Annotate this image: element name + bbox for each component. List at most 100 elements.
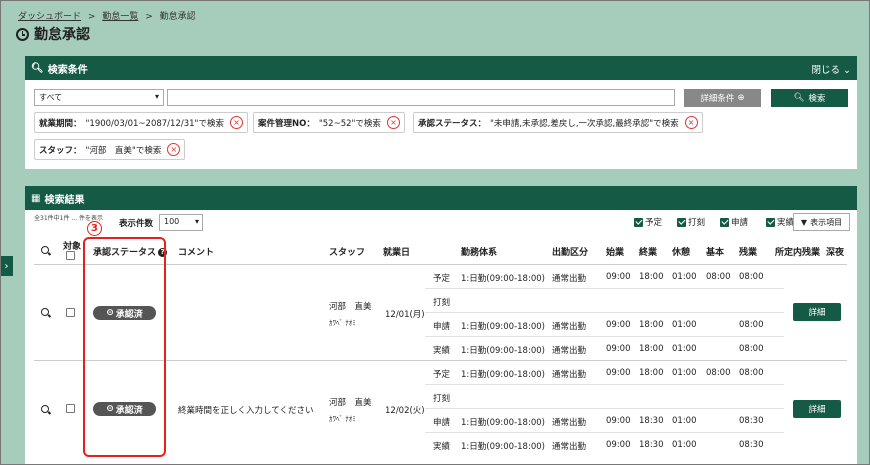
filter-checkbox-actual[interactable]: 実績 [766,216,794,228]
line-shift: 1:日勤(09:00-18:00) [461,346,545,356]
staff-name: 河部 直美 [329,398,372,408]
line-start: 09:00 [606,416,631,426]
line-shift: 1:日勤(09:00-18:00) [461,442,545,452]
remove-chip-icon[interactable]: × [229,116,243,129]
line-attendance: 通常出勤 [552,274,587,284]
line-end: 18:30 [639,416,664,426]
filter-chip-status: 承認ステータス： "未申請,未承認,差戻し,一次承認,最終承認"で検索 × [413,112,703,133]
breadcrumb-sep: > [87,12,96,22]
line-type: 打刻 [433,394,451,404]
display-count-value: 100 [164,217,180,226]
results-panel-header: ▦ 検索結果 [25,186,857,210]
line-end: 18:30 [639,440,664,450]
line-break: 01:00 [672,320,697,330]
close-toggle[interactable]: 閉じる ⌄ [811,62,851,76]
comment-text: 終業時間を正しく入力してください [178,406,314,416]
line-attendance: 通常出勤 [552,418,587,428]
sidebar-toggle[interactable]: › [0,256,13,276]
search-button[interactable]: 🔍︎ 検索 [771,89,848,107]
chip-label: 承認ステータス： [418,118,487,129]
sub-divider [425,384,784,385]
line-shift: 1:日勤(09:00-18:00) [461,322,545,332]
display-columns-button[interactable]: ▼ 表示項目 [793,213,850,231]
line-end: 18:00 [639,272,664,282]
line-attendance: 通常出勤 [552,442,587,452]
plus-circle-icon: ⊕ [737,93,745,103]
line-base: 08:00 [706,272,731,282]
line-end: 18:00 [639,368,664,378]
work-date: 12/01(月) [385,310,425,320]
filter-label: 申請 [731,218,749,228]
display-columns-label: 表示項目 [810,217,843,227]
detail-conditions-button[interactable]: 詳細条件 ⊕ [684,89,761,107]
annotation-callout: 3 [87,221,102,236]
filter-chip-period: 就業期間： "1900/03/01~2087/12/31"で検索 × [34,112,248,133]
filter-label: 実績 [777,218,795,228]
sub-divider [425,408,784,409]
work-date: 12/02(火) [385,406,425,416]
filter-chip-staff: スタッフ： "河部 直美"で検索 × [34,139,186,160]
status-select[interactable]: すべて ▾ [34,89,164,106]
row-select-checkbox[interactable] [66,308,75,317]
page-title-text: 勤怠承認 [34,27,90,43]
sub-divider [425,336,784,337]
display-count-select[interactable]: 100 ▾ [159,214,203,231]
search-panel: 🔍︎ 検索条件 閉じる ⌄ すべて ▾ 詳細条件 ⊕ 🔍︎ 検索 就業期間： "… [25,56,857,169]
checkbox-checked-icon [677,217,686,227]
sub-divider [425,432,784,433]
detail-button[interactable]: 詳細 [793,303,841,321]
remove-chip-icon[interactable]: × [684,116,698,129]
filter-checkbox-punch[interactable]: 打刻 [677,216,705,228]
chevron-right-icon: › [4,260,9,272]
col-break: 休憩 [672,248,691,258]
zoom-icon[interactable] [41,308,49,316]
col-comment: コメント [178,248,215,258]
line-shift: 1:日勤(09:00-18:00) [461,274,545,284]
line-overtime: 08:00 [739,272,764,282]
grid-icon: ▦ [31,192,41,204]
line-start: 09:00 [606,368,631,378]
line-attendance: 通常出勤 [552,322,587,332]
line-break: 01:00 [672,272,697,282]
filter-checkbox-request[interactable]: 申請 [720,216,748,228]
chip-label: スタッフ： [39,145,82,156]
close-label: 閉じる [811,65,840,76]
line-type: 予定 [433,370,451,380]
line-start: 09:00 [606,344,631,354]
line-overtime: 08:30 [739,416,764,426]
col-attendance: 出勤区分 [552,248,589,258]
staff-kana: ｶﾜﾍﾞ ﾅｵﾐ [329,415,356,423]
line-break: 01:00 [672,368,697,378]
col-late-night: 深夜 [826,248,845,258]
page-title: 勤怠承認 [16,24,90,44]
line-break: 01:00 [672,344,697,354]
remove-chip-icon[interactable]: × [167,143,181,156]
filter-label: 予定 [645,218,663,228]
remove-chip-icon[interactable]: × [386,116,400,129]
line-type: 予定 [433,274,451,284]
row-select-checkbox[interactable] [66,404,75,413]
keyword-input[interactable] [167,89,675,106]
staff-kana: ｶﾜﾍﾞ ﾅｵﾐ [329,319,356,327]
col-staff: スタッフ [329,248,366,258]
chip-value: "52~52"で検索 [318,118,381,129]
detail-button[interactable]: 詳細 [793,400,841,418]
breadcrumb-dashboard-link[interactable]: ダッシュボード [18,12,81,22]
breadcrumb-attendance-list-link[interactable]: 勤怠一覧 [102,12,138,22]
line-overtime: 08:30 [739,440,764,450]
filter-chip-case-no: 案件管理NO： "52~52"で検索 × [253,112,405,133]
line-attendance: 通常出勤 [552,370,587,380]
line-type: 申請 [433,418,451,428]
select-all-checkbox[interactable] [66,251,75,260]
line-break: 01:00 [672,440,697,450]
search-row: すべて ▾ [34,89,675,106]
search-icon: 🔍︎ [793,93,805,103]
filter-checkbox-plan[interactable]: 予定 [634,216,662,228]
search-panel-header[interactable]: 🔍︎ 検索条件 閉じる ⌄ [25,56,857,80]
zoom-icon[interactable] [41,405,49,413]
clock-icon [16,27,29,41]
col-end: 終業 [639,248,658,258]
sub-divider [425,312,784,313]
line-break: 01:00 [672,416,697,426]
line-attendance: 通常出勤 [552,346,587,356]
